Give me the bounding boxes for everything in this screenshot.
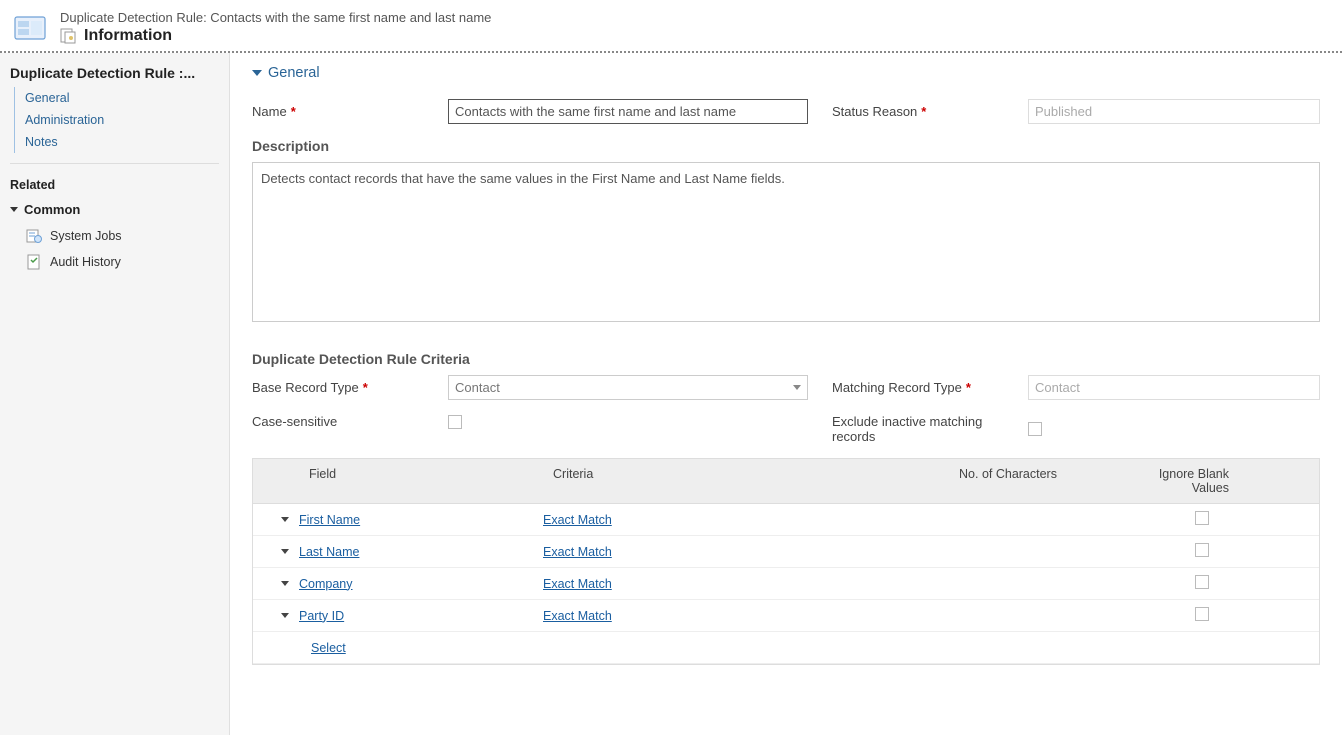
audit-history-icon [26, 254, 42, 270]
sidebar-nav-notes[interactable]: Notes [25, 131, 219, 153]
criteria-row: Last Name Exact Match [253, 536, 1319, 568]
field-link[interactable]: First Name [299, 513, 360, 527]
sidebar-nav-general[interactable]: General [25, 87, 219, 109]
description-textarea[interactable] [252, 162, 1320, 322]
criteria-row-new: Select [253, 632, 1319, 664]
status-reason-field: Published [1028, 99, 1320, 124]
sidebar-item-label: Audit History [50, 255, 121, 269]
col-header-criteria: Criteria [543, 459, 823, 503]
sidebar-common-label: Common [24, 202, 80, 217]
chevron-down-icon[interactable] [281, 613, 289, 618]
sidebar-nav-administration[interactable]: Administration [25, 109, 219, 131]
ignore-blank-checkbox[interactable] [1195, 607, 1209, 621]
exclude-inactive-checkbox[interactable] [1028, 422, 1042, 436]
caret-down-icon [252, 70, 262, 76]
caret-down-icon [10, 207, 18, 212]
matching-record-type-field: Contact [1028, 375, 1320, 400]
case-sensitive-checkbox[interactable] [448, 415, 462, 429]
record-type-icon [14, 13, 48, 43]
field-link[interactable]: Last Name [299, 545, 359, 559]
col-header-ignore: Ignore Blank Values [1113, 459, 1319, 503]
ignore-blank-checkbox[interactable] [1195, 575, 1209, 589]
page-subtitle: Information [84, 27, 172, 45]
sidebar-item-label: System Jobs [50, 229, 122, 243]
ignore-blank-checkbox[interactable] [1195, 511, 1209, 525]
sidebar-group-common[interactable]: Common [10, 202, 219, 217]
chevron-down-icon[interactable] [281, 517, 289, 522]
criteria-row: Party ID Exact Match [253, 600, 1319, 632]
criteria-row: Company Exact Match [253, 568, 1319, 600]
base-record-type-select[interactable]: Contact [448, 375, 808, 400]
related-heading: Related [10, 178, 219, 192]
criteria-thead: Field Criteria No. of Characters Ignore … [253, 459, 1319, 504]
chevron-down-icon [793, 385, 801, 390]
exclude-inactive-label: Exclude inactive matching records [832, 414, 1022, 444]
sidebar-item-system-jobs[interactable]: System Jobs [10, 223, 219, 249]
criteria-section-label: Duplicate Detection Rule Criteria [252, 351, 1320, 367]
sidebar-breadcrumb: Duplicate Detection Rule :... [10, 65, 219, 81]
chevron-down-icon[interactable] [281, 549, 289, 554]
name-label: Name* [252, 104, 442, 119]
matching-record-type-label: Matching Record Type* [832, 380, 1022, 395]
section-general-header[interactable]: General [252, 65, 1320, 81]
criteria-row: First Name Exact Match [253, 504, 1319, 536]
criteria-link[interactable]: Exact Match [543, 577, 612, 591]
col-header-chars: No. of Characters [823, 459, 1113, 503]
base-record-type-value: Contact [455, 380, 500, 395]
select-field-link[interactable]: Select [311, 641, 346, 655]
system-jobs-icon [26, 228, 42, 244]
page-header: Duplicate Detection Rule: Contacts with … [0, 0, 1342, 53]
main-content: General Name* Contacts with the same fir… [230, 53, 1342, 735]
description-label: Description [252, 138, 1320, 154]
field-link[interactable]: Company [299, 577, 353, 591]
criteria-link[interactable]: Exact Match [543, 609, 612, 623]
form-icon [60, 28, 76, 44]
ignore-blank-checkbox[interactable] [1195, 543, 1209, 557]
criteria-link[interactable]: Exact Match [543, 545, 612, 559]
base-record-type-label: Base Record Type* [252, 380, 442, 395]
criteria-table: Field Criteria No. of Characters Ignore … [252, 458, 1320, 665]
section-general-label: General [268, 65, 320, 81]
field-link[interactable]: Party ID [299, 609, 344, 623]
col-header-field: Field [253, 459, 543, 503]
status-reason-label: Status Reason* [832, 104, 1022, 119]
sidebar-item-audit-history[interactable]: Audit History [10, 249, 219, 275]
divider [10, 163, 219, 164]
criteria-link[interactable]: Exact Match [543, 513, 612, 527]
name-input[interactable]: Contacts with the same first name and la… [448, 99, 808, 124]
sidebar: Duplicate Detection Rule :... General Ad… [0, 53, 230, 735]
chevron-down-icon[interactable] [281, 581, 289, 586]
case-sensitive-label: Case-sensitive [252, 414, 442, 429]
header-title: Duplicate Detection Rule: Contacts with … [60, 10, 491, 25]
